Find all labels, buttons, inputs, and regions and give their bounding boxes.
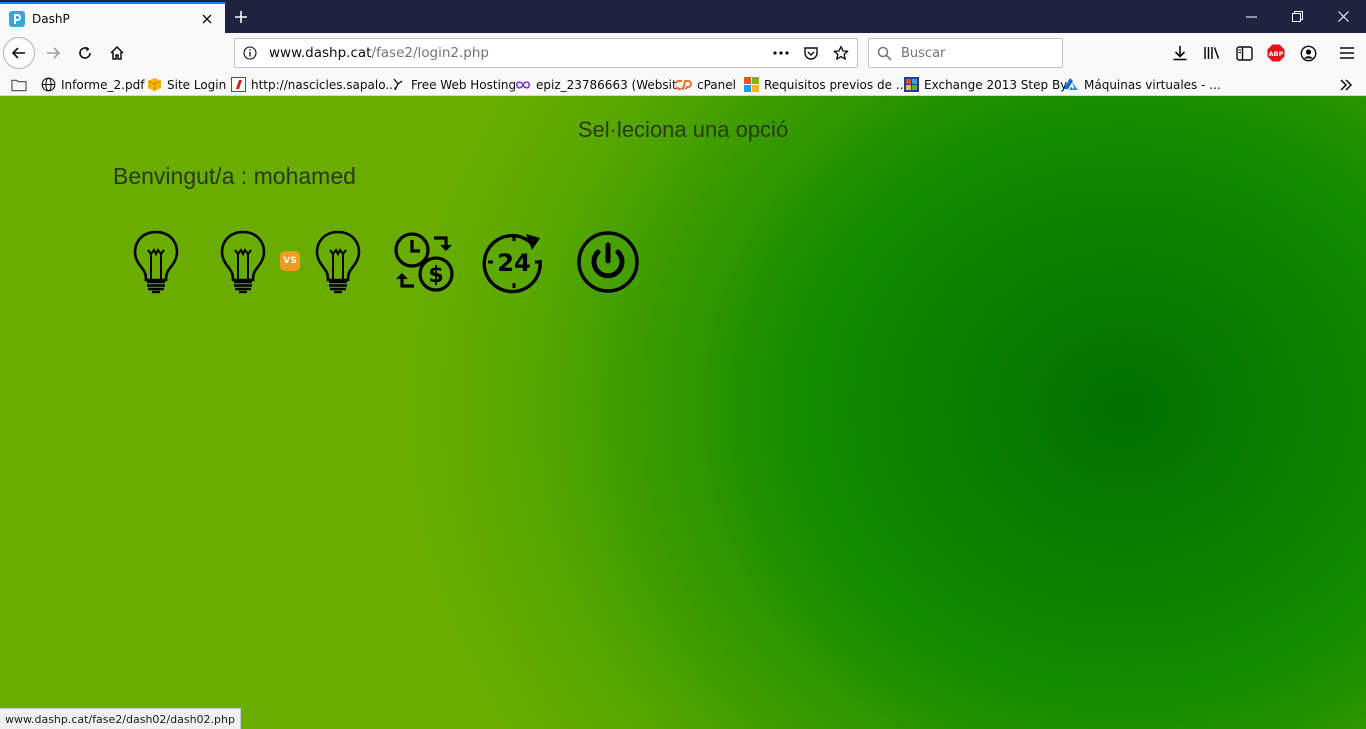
power-icon	[577, 231, 639, 293]
forward-button[interactable]	[37, 37, 69, 69]
adblock-plus-icon[interactable]: ABP	[1266, 43, 1286, 63]
exchange-icon	[903, 77, 919, 93]
search-input[interactable]	[899, 44, 1049, 62]
welcome-text: Benvingut/a : mohamed	[113, 163, 356, 189]
bookmark-item[interactable]: Máquinas virtuales - ...	[1063, 75, 1221, 94]
browser-tab[interactable]: DashP	[0, 2, 225, 33]
bookmark-label: Requisitos previos de ...	[764, 77, 908, 92]
new-tab-button[interactable]	[229, 5, 253, 29]
bookmark-label: Informe_2.pdf	[61, 77, 145, 92]
lightbulb-icon	[315, 230, 361, 294]
account-icon[interactable]	[1298, 43, 1318, 63]
downloads-icon[interactable]	[1170, 43, 1190, 63]
bookmark-item[interactable]: Free Web Hosting	[390, 75, 516, 94]
bookmark-item[interactable]: Informe_2.pdf	[40, 75, 144, 94]
restore-button[interactable]	[1274, 0, 1320, 33]
vs-badge: VS	[280, 251, 300, 271]
url-bar[interactable]: www.dashp.cat/fase2/login2.php	[234, 38, 858, 68]
tab-strip: DashP	[0, 0, 1366, 33]
bookmark-label: http://nascicles.sapalo...	[251, 77, 397, 92]
folder-icon	[11, 77, 27, 93]
clock-money-icon: $	[394, 232, 454, 292]
status-bar-url: www.dashp.cat/fase2/dash02/dash02.php	[0, 708, 241, 729]
cpanel-icon	[676, 77, 692, 93]
site-info-icon[interactable]	[235, 39, 265, 67]
bookmark-label: Máquinas virtuales - ...	[1084, 77, 1221, 92]
url-domain: www.dashp.cat	[269, 45, 372, 61]
box-icon	[146, 77, 162, 93]
logout-option[interactable]	[576, 230, 640, 294]
bookmarks-toolbar: Informe_2.pdf Site Login http://nascicle…	[0, 73, 1366, 96]
24h-option[interactable]: 24	[482, 230, 546, 294]
globe-icon	[40, 77, 56, 93]
sidebar-icon[interactable]	[1234, 43, 1254, 63]
close-window-button[interactable]	[1320, 0, 1366, 33]
bookmark-label: epiz_23786663 (Websit...	[536, 77, 689, 92]
red-favicon-icon	[230, 77, 246, 93]
bookmark-label: cPanel	[697, 77, 736, 92]
bookmark-label: Exchange 2013 Step By...	[924, 77, 1078, 92]
windows-icon	[743, 77, 759, 93]
lightbulb-icon	[220, 230, 266, 294]
24-hours-icon: 24	[482, 233, 542, 294]
library-icon[interactable]	[1202, 43, 1222, 63]
back-button[interactable]	[3, 37, 35, 69]
tab-close-icon[interactable]	[197, 9, 217, 29]
svg-text:$: $	[428, 263, 443, 288]
url-path: /fase2/login2.php	[371, 45, 489, 61]
reload-button[interactable]	[69, 37, 101, 69]
bulb-option[interactable]	[129, 230, 183, 294]
pocket-icon[interactable]	[801, 43, 821, 63]
cost-option[interactable]: $	[392, 230, 456, 294]
bookmark-item[interactable]: cPanel	[676, 75, 736, 94]
page-actions-icon[interactable]	[771, 43, 791, 63]
azure-icon	[1063, 77, 1079, 93]
page-heading: Sel·leciona una opció	[577, 117, 789, 142]
chevron-right-double-icon	[1338, 77, 1354, 93]
page-content: Sel·leciona una opció Benvingut/a : moha…	[0, 96, 1366, 729]
menu-icon[interactable]	[1337, 43, 1357, 63]
bookmark-star-icon[interactable]	[831, 43, 851, 63]
bookmark-item[interactable]: Exchange 2013 Step By...	[903, 75, 1077, 94]
home-button[interactable]	[101, 37, 133, 69]
dashp-favicon-icon	[9, 10, 25, 27]
search-bar[interactable]	[868, 38, 1063, 68]
bookmark-label: Free Web Hosting	[411, 77, 517, 92]
bookmarks-folder-button[interactable]	[11, 75, 27, 94]
minimize-button[interactable]	[1228, 0, 1274, 33]
tab-title: DashP	[32, 11, 70, 26]
url-text[interactable]: www.dashp.cat/fase2/login2.php	[265, 45, 771, 61]
bird-icon	[390, 77, 406, 93]
bookmark-item[interactable]: epiz_23786663 (Websit...	[515, 75, 688, 94]
24-label: 24	[497, 249, 530, 277]
infinity-icon	[515, 77, 531, 93]
lightbulb-icon	[133, 230, 179, 294]
bookmark-label: Site Login	[167, 77, 227, 92]
abp-label: ABP	[1269, 50, 1284, 58]
bookmark-item[interactable]: Requisitos previos de ...	[743, 75, 907, 94]
bookmark-item[interactable]: http://nascicles.sapalo...	[230, 75, 397, 94]
bookmark-item[interactable]: Site Login	[146, 75, 226, 94]
navigation-toolbar: www.dashp.cat/fase2/login2.php ABP	[0, 33, 1366, 73]
search-icon	[869, 46, 899, 61]
bookmarks-overflow-button[interactable]	[1338, 75, 1354, 94]
